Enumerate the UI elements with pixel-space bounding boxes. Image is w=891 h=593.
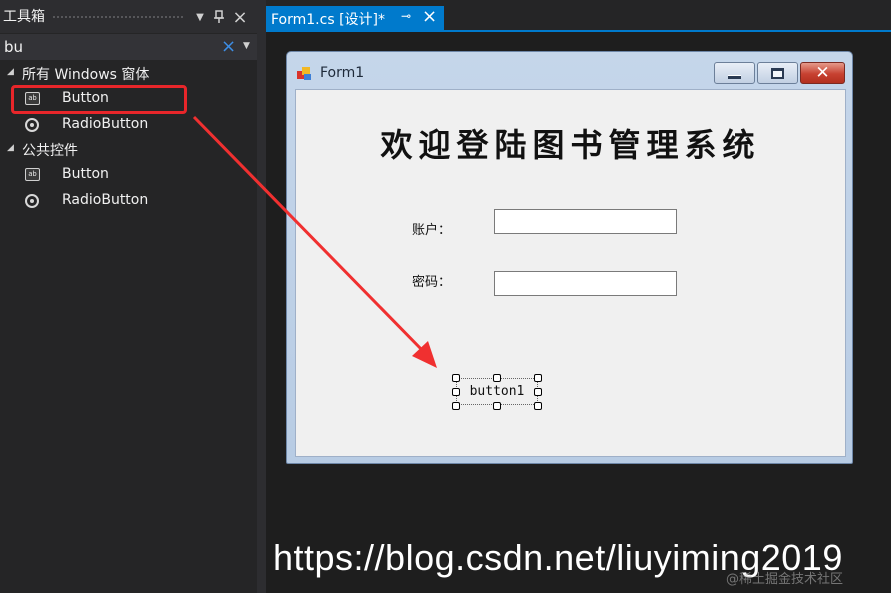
- clear-search-icon[interactable]: ×: [221, 37, 236, 57]
- form-icon: [297, 67, 312, 81]
- tab-strip-underline: [266, 30, 891, 32]
- minimize-button[interactable]: [714, 62, 755, 84]
- panel-splitter[interactable]: [257, 0, 266, 593]
- resize-handle-top-right[interactable]: [534, 374, 542, 382]
- close-icon[interactable]: ×: [232, 7, 248, 28]
- toolbox-item-radiobutton[interactable]: RadioButton: [0, 113, 257, 137]
- tab-label: Form1.cs [设计]*: [271, 12, 385, 28]
- button-tool-icon: ab: [25, 168, 40, 181]
- resize-handle-bottom[interactable]: [493, 402, 501, 410]
- toolbox-group-common-controls[interactable]: ◢ 公共控件: [0, 138, 257, 160]
- minimize-icon: [728, 75, 741, 79]
- toolbox-group-all-windows-forms[interactable]: ◢ 所有 Windows 窗体: [0, 62, 257, 84]
- toolbox-group-label: 公共控件: [22, 143, 78, 159]
- toolbox-item-label: Button: [62, 166, 109, 182]
- pin-icon[interactable]: ⊸: [401, 9, 411, 23]
- button1[interactable]: button1: [456, 378, 538, 405]
- search-options-dropdown-icon[interactable]: ▼: [243, 41, 250, 51]
- toolbox-search-input[interactable]: [2, 36, 217, 58]
- annotation-highlight-box: [11, 85, 187, 114]
- toolbox-item-radiobutton[interactable]: RadioButton: [0, 189, 257, 213]
- expanded-arrow-icon: ◢: [7, 67, 14, 77]
- system-title-label: 欢迎登陆图书管理系统: [380, 126, 761, 164]
- close-icon: ✕: [815, 63, 830, 83]
- resize-handle-right[interactable]: [534, 388, 542, 396]
- resize-handle-top[interactable]: [493, 374, 501, 382]
- tab-form1-design[interactable]: Form1.cs [设计]* ⊸ ×: [266, 6, 444, 30]
- toolbox-search-box: × ▼: [0, 34, 257, 60]
- maximize-icon: [771, 67, 784, 79]
- radiobutton-tool-icon: [25, 118, 39, 132]
- watermark-community: @稀土掘金技术社区: [726, 572, 844, 587]
- window-position-dropdown-icon[interactable]: ▼: [192, 8, 208, 26]
- password-label: 密码：: [412, 275, 452, 290]
- resize-handle-top-left[interactable]: [452, 374, 460, 382]
- toolbox-drag-grip[interactable]: [52, 15, 184, 20]
- close-icon[interactable]: ×: [422, 6, 437, 27]
- resize-handle-bottom-left[interactable]: [452, 402, 460, 410]
- toolbox-item-label: RadioButton: [62, 192, 149, 208]
- toolbox-panel: 工具箱 ▼ × × ▼ ◢ 所有 Windows 窗体 ab Button Ra…: [0, 0, 257, 593]
- toolbox-titlebar: 工具箱 ▼ ×: [0, 0, 257, 33]
- toolbox-title: 工具箱: [3, 9, 45, 25]
- form1-window[interactable]: Form1 ✕ 欢迎登陆图书管理系统 账户： 密码： button1: [286, 51, 853, 464]
- resize-handle-bottom-right[interactable]: [534, 402, 542, 410]
- maximize-button[interactable]: [757, 62, 798, 84]
- pin-icon[interactable]: [211, 8, 227, 26]
- form-client-area[interactable]: 欢迎登陆图书管理系统 账户： 密码： button1: [295, 89, 846, 457]
- account-textbox[interactable]: [494, 209, 677, 234]
- resize-handle-left[interactable]: [452, 388, 460, 396]
- radiobutton-tool-icon: [25, 194, 39, 208]
- expanded-arrow-icon: ◢: [7, 143, 14, 153]
- toolbox-group-label: 所有 Windows 窗体: [22, 67, 150, 83]
- form-title: Form1: [320, 65, 365, 81]
- password-textbox[interactable]: [494, 271, 677, 296]
- account-label: 账户：: [412, 223, 452, 238]
- toolbox-item-button[interactable]: ab Button: [0, 163, 257, 187]
- close-button[interactable]: ✕: [800, 62, 845, 84]
- toolbox-item-label: RadioButton: [62, 116, 149, 132]
